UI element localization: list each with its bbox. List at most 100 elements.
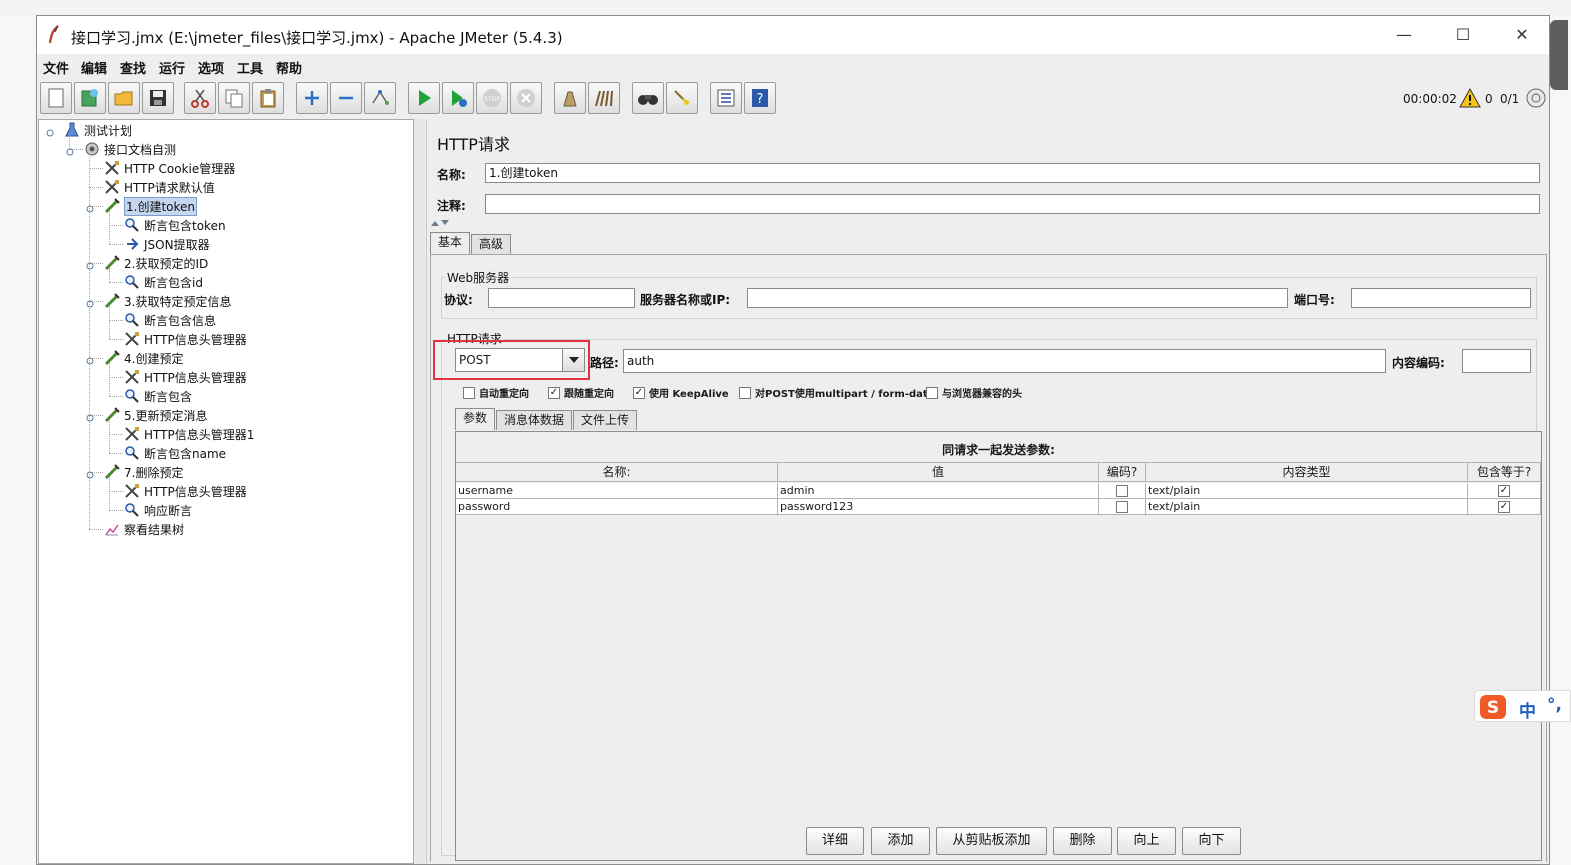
tree-node[interactable]: 2.获取预定的ID [103,254,208,272]
col-name-header[interactable]: 名称: [456,462,778,482]
tree-node[interactable]: HTTP请求默认值 [103,178,215,196]
tree-node[interactable]: 断言包含id [123,273,203,291]
param-value-cell[interactable]: password123 [778,499,1099,515]
tree-node[interactable]: HTTP Cookie管理器 [103,159,235,177]
expand-button[interactable] [296,82,328,114]
panel-splitter[interactable] [415,119,425,864]
tree-expand-handle[interactable] [86,202,94,213]
tab-file-upload[interactable]: 文件上传 [573,410,638,430]
add-from-clipboard-button[interactable]: 从剪贴板添加 [936,827,1047,855]
tree-node[interactable]: 4.创建预定 [103,349,183,367]
side-handle[interactable] [1550,20,1568,90]
tree-node[interactable]: HTTP信息头管理器1 [123,425,254,443]
param-name-cell[interactable]: username [456,483,778,499]
tree-node[interactable]: 断言包含name [123,444,226,462]
reset-search-button[interactable] [666,82,698,114]
minimize-button[interactable]: — [1381,22,1427,48]
tree-node[interactable]: 5.更新预定消息 [103,406,207,424]
tree-node[interactable]: HTTP信息头管理器 [123,482,247,500]
param-include-equals-cell[interactable]: ✓ [1468,483,1541,499]
name-input[interactable]: 1.创建token [485,163,1540,183]
menu-edit[interactable]: 编辑 [81,58,107,77]
col-include-equals-header[interactable]: 包含等于? [1468,462,1541,482]
templates-button[interactable] [74,82,106,114]
follow-redirect-checkbox[interactable]: ✓ 跟随重定向 [548,385,614,400]
param-value-cell[interactable]: admin [778,483,1099,499]
param-content-type-cell[interactable]: text/plain [1146,499,1468,515]
col-encode-header[interactable]: 编码? [1099,462,1146,482]
menu-file[interactable]: 文件 [43,58,69,77]
tree-node[interactable]: 察看结果树 [103,520,184,538]
tree-node[interactable]: HTTP信息头管理器 [123,330,247,348]
param-name-cell[interactable]: password [456,499,778,515]
encode-checkbox[interactable] [1116,500,1128,513]
add-button[interactable]: 添加 [871,827,930,855]
shutdown-button[interactable] [510,82,542,114]
tree-expand-handle[interactable] [86,411,94,422]
collapse-button[interactable] [330,82,362,114]
ime-toolbar[interactable]: S 中 °, [1474,690,1571,722]
paste-button[interactable] [252,82,284,114]
include-equals-checkbox[interactable]: ✓ [1498,500,1510,513]
maximize-button[interactable]: ☐ [1440,22,1486,48]
tree-expand-handle[interactable] [86,259,94,270]
save-button[interactable] [142,82,174,114]
tree-node[interactable]: 7.删除预定 [103,463,183,481]
table-row[interactable]: username admin text/plain ✓ [456,483,1541,499]
tree-expand-handle[interactable] [86,468,94,479]
help-button[interactable]: ? [744,82,776,114]
function-helper-button[interactable] [710,82,742,114]
tab-body-data[interactable]: 消息体数据 [496,410,573,430]
close-button[interactable]: ✕ [1499,22,1545,48]
keepalive-checkbox[interactable]: ✓ 使用 KeepAlive [633,385,729,400]
menu-help[interactable]: 帮助 [276,58,302,77]
tree-node[interactable]: 3.获取特定预定信息 [103,292,231,310]
ime-mode-indicator[interactable]: 中 [1519,697,1536,722]
tree-node[interactable]: 断言包含token [123,216,226,234]
port-input[interactable] [1351,288,1531,308]
new-button[interactable] [40,82,72,114]
toggle-button[interactable] [364,82,396,114]
table-row[interactable]: password password123 text/plain ✓ [456,499,1541,515]
tree-expand-handle[interactable] [46,126,54,137]
path-input[interactable]: auth [623,349,1386,373]
open-button[interactable] [108,82,140,114]
include-equals-checkbox[interactable]: ✓ [1498,484,1510,497]
delete-button[interactable]: 删除 [1053,827,1112,855]
tab-parameters[interactable]: 参数 [455,408,496,430]
tree-node[interactable]: 接口文档自测 [83,140,176,158]
tree-node[interactable]: 1.创建token [103,196,198,216]
auto-redirect-checkbox[interactable]: 自动重定向 [463,385,529,400]
tree-node[interactable]: 测试计划 [63,121,132,139]
param-content-type-cell[interactable]: text/plain [1146,483,1468,499]
tab-advanced[interactable]: 高级 [471,234,512,254]
browser-headers-checkbox[interactable]: 与浏览器兼容的头 [926,385,1022,400]
comment-input[interactable] [485,194,1540,214]
tree-expand-handle[interactable] [66,145,74,156]
multipart-checkbox[interactable]: 对POST使用multipart / form-data [739,385,934,400]
move-up-button[interactable]: 向上 [1117,827,1176,855]
search-button[interactable] [632,82,664,114]
tree-node[interactable]: 断言包含 [123,387,192,405]
protocol-input[interactable] [488,288,635,308]
param-encode-cell[interactable] [1099,499,1146,515]
remote-status-icon[interactable] [1525,87,1547,109]
server-input[interactable] [747,288,1288,308]
clear-button[interactable] [554,82,586,114]
col-content-type-header[interactable]: 内容类型 [1146,462,1468,482]
tree-node[interactable]: HTTP信息头管理器 [123,368,247,386]
cut-button[interactable] [184,82,216,114]
tree-node[interactable]: JSON提取器 [123,235,210,253]
menu-options[interactable]: 选项 [198,58,224,77]
copy-button[interactable] [218,82,250,114]
warning-icon[interactable] [1459,88,1481,108]
tree-expand-handle[interactable] [86,354,94,365]
param-include-equals-cell[interactable]: ✓ [1468,499,1541,515]
menu-run[interactable]: 运行 [159,58,185,77]
encode-checkbox[interactable] [1116,484,1128,497]
tree-node[interactable]: 响应断言 [123,501,192,519]
clear-all-button[interactable] [588,82,620,114]
start-no-pause-button[interactable] [442,82,474,114]
stop-button[interactable]: STOP [476,82,508,114]
ime-punctuation-indicator[interactable]: °, [1547,695,1562,715]
